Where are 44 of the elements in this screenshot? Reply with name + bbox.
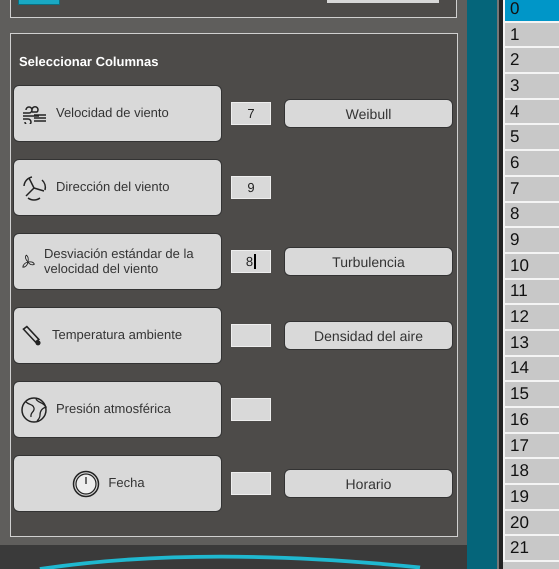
column-number-field[interactable] (231, 472, 271, 495)
row-header[interactable]: 18 (503, 459, 559, 486)
globe-icon (20, 396, 48, 424)
row-header[interactable]: 20 (503, 510, 559, 536)
row-header[interactable]: 5 (503, 125, 559, 152)
column-button[interactable]: Presión atmosférica (13, 381, 222, 438)
row-header[interactable]: 1 (503, 22, 559, 48)
row-header[interactable]: 7 (503, 176, 559, 202)
row-header[interactable]: 19 (503, 485, 559, 511)
row-header[interactable]: 11 (503, 280, 559, 306)
column-button[interactable]: Temperatura ambiente (13, 307, 222, 364)
row-header[interactable]: 0 (503, 0, 559, 23)
row-header[interactable]: 4 (503, 100, 559, 126)
column-number-field[interactable] (231, 398, 271, 421)
column-button[interactable]: Fecha (13, 455, 222, 512)
column-number-field[interactable]: 9 (231, 176, 271, 199)
column-button[interactable]: Desviación estándar de la velocidad del viento (13, 233, 222, 290)
panel-title: Seleccionar Columnas (19, 54, 160, 69)
field-edge[interactable] (327, 0, 439, 3)
column-number-field[interactable]: 7 (231, 102, 271, 125)
column-number-field[interactable]: 8 (231, 250, 271, 273)
wind-icon (20, 104, 48, 124)
clock-icon (72, 470, 100, 498)
action-button[interactable]: Turbulencia (284, 247, 453, 276)
column-button[interactable]: Velocidad de viento (13, 85, 222, 142)
action-button[interactable]: Horario (284, 469, 453, 498)
row-header[interactable]: 21 (503, 536, 559, 562)
row-header[interactable]: 10 (503, 254, 559, 280)
row-header[interactable]: 15 (503, 382, 559, 408)
row-header[interactable]: 13 (503, 330, 559, 357)
button-edge[interactable] (18, 0, 60, 5)
row-header[interactable]: 9 (503, 228, 559, 254)
row-header[interactable]: 2 (503, 48, 559, 74)
row-header[interactable]: 14 (503, 356, 559, 382)
action-button[interactable]: Densidad del aire (284, 321, 453, 350)
column-button[interactable]: Dirección del viento (13, 159, 222, 216)
row-header[interactable]: 3 (503, 74, 559, 100)
column-number-field[interactable] (231, 324, 271, 347)
row-header[interactable]: 8 (503, 202, 559, 228)
row-header[interactable]: 17 (503, 434, 559, 460)
row-header[interactable]: 6 (503, 151, 559, 177)
row-header[interactable]: 16 (503, 408, 559, 434)
row-header[interactable]: 12 (503, 305, 559, 331)
action-button[interactable]: Weibull (284, 99, 453, 128)
